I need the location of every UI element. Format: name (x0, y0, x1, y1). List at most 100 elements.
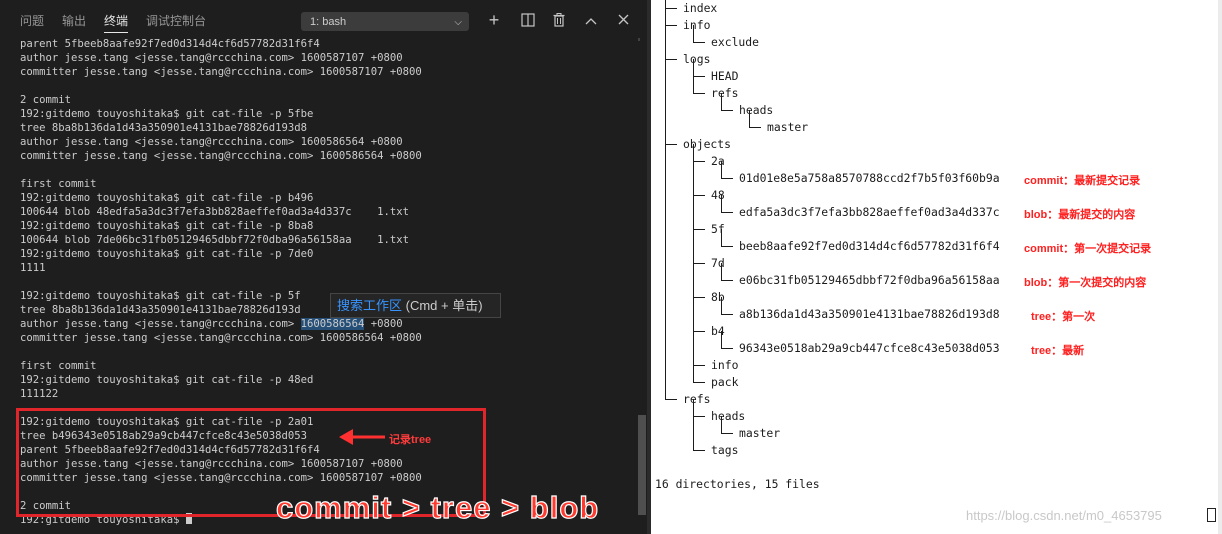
arrow-left-icon (339, 429, 385, 445)
tree-connector (721, 110, 733, 111)
tree-entry: logs (683, 52, 711, 66)
tree-connector (749, 110, 750, 128)
chevron-up-icon[interactable] (582, 10, 600, 30)
tree-connector (721, 314, 733, 315)
terminal-line: tree 8ba8b136da1d43a350901e4131bae78826d… (20, 304, 301, 316)
tree-entry: 01d01e8e5a758a8570788ccd2f7b5f03f60b9a (739, 171, 1000, 185)
tree-entry: index (683, 1, 718, 15)
tree-pane-scrollbar[interactable] (1218, 0, 1222, 534)
tree-connector (721, 348, 733, 349)
object-annotation: tree：最新 (1031, 345, 1085, 357)
tree-connector (693, 433, 694, 451)
terminal-line: author jesse.tang <jesse.tang@rccchina.c… (20, 136, 403, 148)
tree-connector (693, 144, 694, 162)
tab-problems[interactable]: 问题 (20, 13, 44, 33)
tree-connector (721, 195, 722, 213)
hover-tooltip: 搜索工作区 (Cmd + 单击) (330, 293, 501, 318)
tree-entry: b4 (711, 324, 725, 338)
tree-connector (665, 8, 666, 26)
tree-connector (665, 399, 677, 400)
tree-entry: beeb8aafe92f7ed0d314d4cf6d57782d31f6f4 (739, 239, 1000, 253)
tree-entry: a8b136da1d43a350901e4131bae78826d193d8 (739, 307, 1000, 321)
tree-connector (693, 399, 694, 417)
terminal-line: 192:gitdemo touyoshitaka$ git cat-file -… (20, 192, 314, 204)
tree-connector (721, 178, 733, 179)
tree-entry: info (683, 18, 711, 32)
tree-entry: e06bc31fb05129465dbbf72f0dba96a56158aa (739, 273, 1000, 287)
tooltip-hint: (Cmd + 单击) (402, 298, 483, 313)
terminal-scrollbar[interactable] (638, 415, 646, 515)
tree-entry: 16 directories, 15 files (655, 477, 820, 491)
git-directory-tree: index info exclude logs HEAD refs heads master o… (655, 0, 1000, 493)
tree-connector (665, 144, 666, 399)
tree-connector (721, 161, 722, 179)
tree-entry: objects (683, 137, 732, 151)
text-cursor (1207, 508, 1216, 522)
tree-connector (693, 59, 694, 77)
tree-connector (693, 93, 705, 94)
tree-connector (693, 42, 705, 43)
tree-connector (693, 76, 694, 94)
terminal-line: parent 5fbeeb8aafe92f7ed0d314d4cf6d57782… (20, 38, 320, 50)
tree-connector (693, 331, 705, 332)
tree-connector (693, 297, 705, 298)
tree-entry: master (767, 120, 809, 134)
tree-entry: 5f (711, 222, 725, 236)
tab-output[interactable]: 输出 (62, 13, 86, 33)
terminal-line: 2 commit (20, 94, 72, 106)
terminal-line: 192:gitdemo touyoshitaka$ git cat-file -… (20, 108, 314, 120)
terminal-line: 192:gitdemo touyoshitaka$ git cat-file -… (20, 290, 301, 302)
tree-connector (721, 297, 722, 315)
tree-connector (693, 450, 705, 451)
tree-connector (693, 161, 705, 162)
tree-connector (693, 382, 705, 383)
tab-terminal[interactable]: 终端 (104, 13, 129, 33)
hovered-timestamp[interactable]: 1600586564 (300, 318, 365, 330)
terminal-line: 1111 (20, 262, 46, 274)
tree-entry: 7d (711, 256, 725, 270)
tree-connector (693, 365, 694, 383)
panel-header: 问题 输出 终端 调试控制台 1: bash ⌵ + (0, 0, 650, 38)
tree-connector (693, 229, 705, 230)
tree-connector (721, 93, 722, 111)
plus-icon[interactable]: + (485, 10, 503, 30)
close-icon[interactable] (614, 10, 632, 30)
tree-entry: 2a (711, 154, 725, 168)
tree-entry: refs (683, 392, 711, 406)
tree-connector (665, 25, 677, 26)
split-icon[interactable] (519, 10, 537, 30)
terminal-line: first commit (20, 178, 97, 190)
tree-connector (721, 433, 733, 434)
tree-entry (655, 459, 1000, 476)
tree-entry: 96343e0518ab29a9cb447cfce8c43e5038d053 (739, 341, 1000, 355)
tree-connector (665, 59, 677, 60)
terminal-select[interactable]: 1: bash ⌵ (301, 12, 469, 31)
tree-connector (665, 144, 677, 145)
tab-debug-console[interactable]: 调试控制台 (146, 13, 206, 33)
object-annotation: blob：最新提交的内容 (1024, 209, 1136, 221)
terminal-line: 100644 blob 7de06bc31fb05129465dbbf72f0d… (20, 234, 410, 246)
chevron-down-icon: ⌵ (454, 17, 462, 28)
tree-connector (665, 127, 666, 145)
tree-entry: heads (711, 409, 746, 423)
search-workspace-link[interactable]: 搜索工作区 (337, 298, 402, 313)
tree-entry: refs (711, 86, 739, 100)
terminal-line: 192:gitdemo touyoshitaka$ git cat-file -… (20, 220, 314, 232)
tree-connector (693, 280, 694, 298)
trash-icon[interactable] (550, 10, 568, 30)
terminal-line: 192:gitdemo touyoshitaka$ git cat-file -… (20, 248, 314, 260)
tree-entry: pack (711, 375, 739, 389)
tree-connector (693, 76, 705, 77)
terminal-line: 111122 (20, 388, 59, 400)
terminal-line: committer jesse.tang <jesse.tang@rccchin… (20, 66, 422, 78)
tree-entry: exclude (711, 35, 760, 49)
tree-connector (693, 348, 694, 366)
tree-entry: heads (739, 103, 774, 117)
vscode-terminal-panel: 问题 输出 终端 调试控制台 1: bash ⌵ + parent 5fbeeb… (0, 0, 650, 534)
tree-entry: master (739, 426, 781, 440)
tree-connector (665, 8, 677, 9)
terminal-line: author jesse.tang <jesse.tang@rccchina.c… (20, 52, 403, 64)
tree-connector (721, 280, 733, 281)
